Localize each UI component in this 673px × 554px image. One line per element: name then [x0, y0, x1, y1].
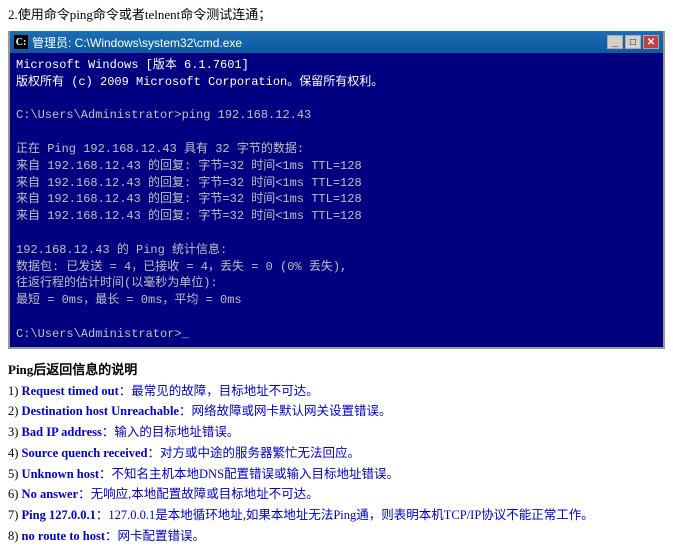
ping-item-num: 3): [8, 425, 22, 439]
ping-item-key: no route to host: [22, 529, 105, 543]
cmd-window: C: 管理员: C:\Windows\system32\cmd.exe _ □ …: [8, 31, 665, 349]
cmd-body: Microsoft Windows [版本 6.1.7601]版权所有 (c) …: [10, 53, 663, 347]
ping-item-desc: ：网卡配置错误。: [105, 529, 205, 543]
ping-info-title: Ping后返回信息的说明: [8, 359, 665, 378]
ping-item-desc: ：网络故障或网卡默认网关设置错误。: [179, 404, 392, 418]
cmd-line: [16, 309, 657, 326]
cmd-line: 来自 192.168.12.43 的回复: 字节=32 时间<1ms TTL=1…: [16, 175, 657, 192]
ping-item-desc: ：最常见的故障，目标地址不可达。: [119, 384, 319, 398]
ping-item-desc: ：对方或中途的服务器繁忙无法回应。: [147, 446, 360, 460]
ping-item-key: Ping 127.0.0.1: [22, 508, 96, 522]
ping-info-item: 5) Unknown host：不知名主机本地DNS配置错误或输入目标地址错误。: [8, 465, 665, 484]
cmd-titlebar: C: 管理员: C:\Windows\system32\cmd.exe _ □ …: [10, 31, 663, 53]
cmd-line: [16, 91, 657, 108]
cmd-line: [16, 124, 657, 141]
ping-info-item: 4) Source quench received：对方或中途的服务器繁忙无法回…: [8, 444, 665, 463]
ping-info-item: 7) Ping 127.0.0.1：127.0.0.1是本地循环地址,如果本地址…: [8, 506, 665, 525]
ping-info-item: 2) Destination host Unreachable：网络故障或网卡默…: [8, 402, 665, 421]
ping-info-list: 1) Request timed out：最常见的故障，目标地址不可达。2) D…: [8, 382, 665, 546]
close-button[interactable]: ✕: [643, 35, 659, 49]
maximize-button[interactable]: □: [625, 35, 641, 49]
ping-item-desc: ：127.0.0.1是本地循环地址,如果本地址无法Ping通，则表明本机TCP/…: [96, 508, 594, 522]
ping-item-desc: ：不知名主机本地DNS配置错误或输入目标地址错误。: [99, 467, 399, 481]
ping-info-item: 8) no route to host：网卡配置错误。: [8, 527, 665, 546]
cmd-line: Microsoft Windows [版本 6.1.7601]: [16, 57, 657, 74]
cmd-line: 来自 192.168.12.43 的回复: 字节=32 时间<1ms TTL=1…: [16, 208, 657, 225]
cmd-line: C:\Users\Administrator>ping 192.168.12.4…: [16, 107, 657, 124]
cmd-line: 最短 = 0ms，最长 = 0ms，平均 = 0ms: [16, 292, 657, 309]
ping-item-num: 1): [8, 384, 22, 398]
ping-item-key: Unknown host: [22, 467, 99, 481]
ping-info-section: Ping后返回信息的说明 1) Request timed out：最常见的故障…: [0, 353, 673, 554]
cmd-line: 192.168.12.43 的 Ping 统计信息:: [16, 242, 657, 259]
ping-item-num: 6): [8, 487, 22, 501]
minimize-button[interactable]: _: [607, 35, 623, 49]
cmd-line: 来自 192.168.12.43 的回复: 字节=32 时间<1ms TTL=1…: [16, 158, 657, 175]
ping-item-key: Source quench received: [22, 446, 148, 460]
ping-item-num: 7): [8, 508, 22, 522]
ping-item-num: 2): [8, 404, 22, 418]
ping-item-num: 8): [8, 529, 22, 543]
cmd-line: 数据包: 已发送 = 4，已接收 = 4，丢失 = 0 (0% 丢失),: [16, 259, 657, 276]
ping-item-key: Bad IP address: [22, 425, 102, 439]
cmd-icon: C:: [14, 35, 28, 49]
ping-item-desc: ：输入的目标地址错误。: [102, 425, 240, 439]
cmd-titlebar-left: C: 管理员: C:\Windows\system32\cmd.exe: [14, 34, 242, 51]
cmd-line: C:\Users\Administrator>_: [16, 326, 657, 343]
cmd-title: 管理员: C:\Windows\system32\cmd.exe: [32, 34, 242, 51]
ping-item-key: No answer: [22, 487, 79, 501]
ping-item-key: Destination host Unreachable: [22, 404, 179, 418]
cmd-line: 正在 Ping 192.168.12.43 具有 32 字节的数据:: [16, 141, 657, 158]
cmd-line: [16, 225, 657, 242]
cmd-line: 来自 192.168.12.43 的回复: 字节=32 时间<1ms TTL=1…: [16, 191, 657, 208]
ping-item-key: Request timed out: [22, 384, 119, 398]
top-instruction: 2.使用命令ping命令或者telnent命令测试连通；: [0, 0, 673, 27]
ping-item-num: 4): [8, 446, 22, 460]
ping-item-desc: ：无响应,本地配置故障或目标地址不可达。: [78, 487, 319, 501]
ping-info-item: 3) Bad IP address：输入的目标地址错误。: [8, 423, 665, 442]
ping-info-item: 6) No answer：无响应,本地配置故障或目标地址不可达。: [8, 485, 665, 504]
cmd-titlebar-buttons: _ □ ✕: [607, 35, 659, 49]
ping-item-num: 5): [8, 467, 22, 481]
cmd-line: 版权所有 (c) 2009 Microsoft Corporation。保留所有…: [16, 74, 657, 91]
cmd-line: 往返行程的估计时间(以毫秒为单位):: [16, 275, 657, 292]
ping-info-item: 1) Request timed out：最常见的故障，目标地址不可达。: [8, 382, 665, 401]
